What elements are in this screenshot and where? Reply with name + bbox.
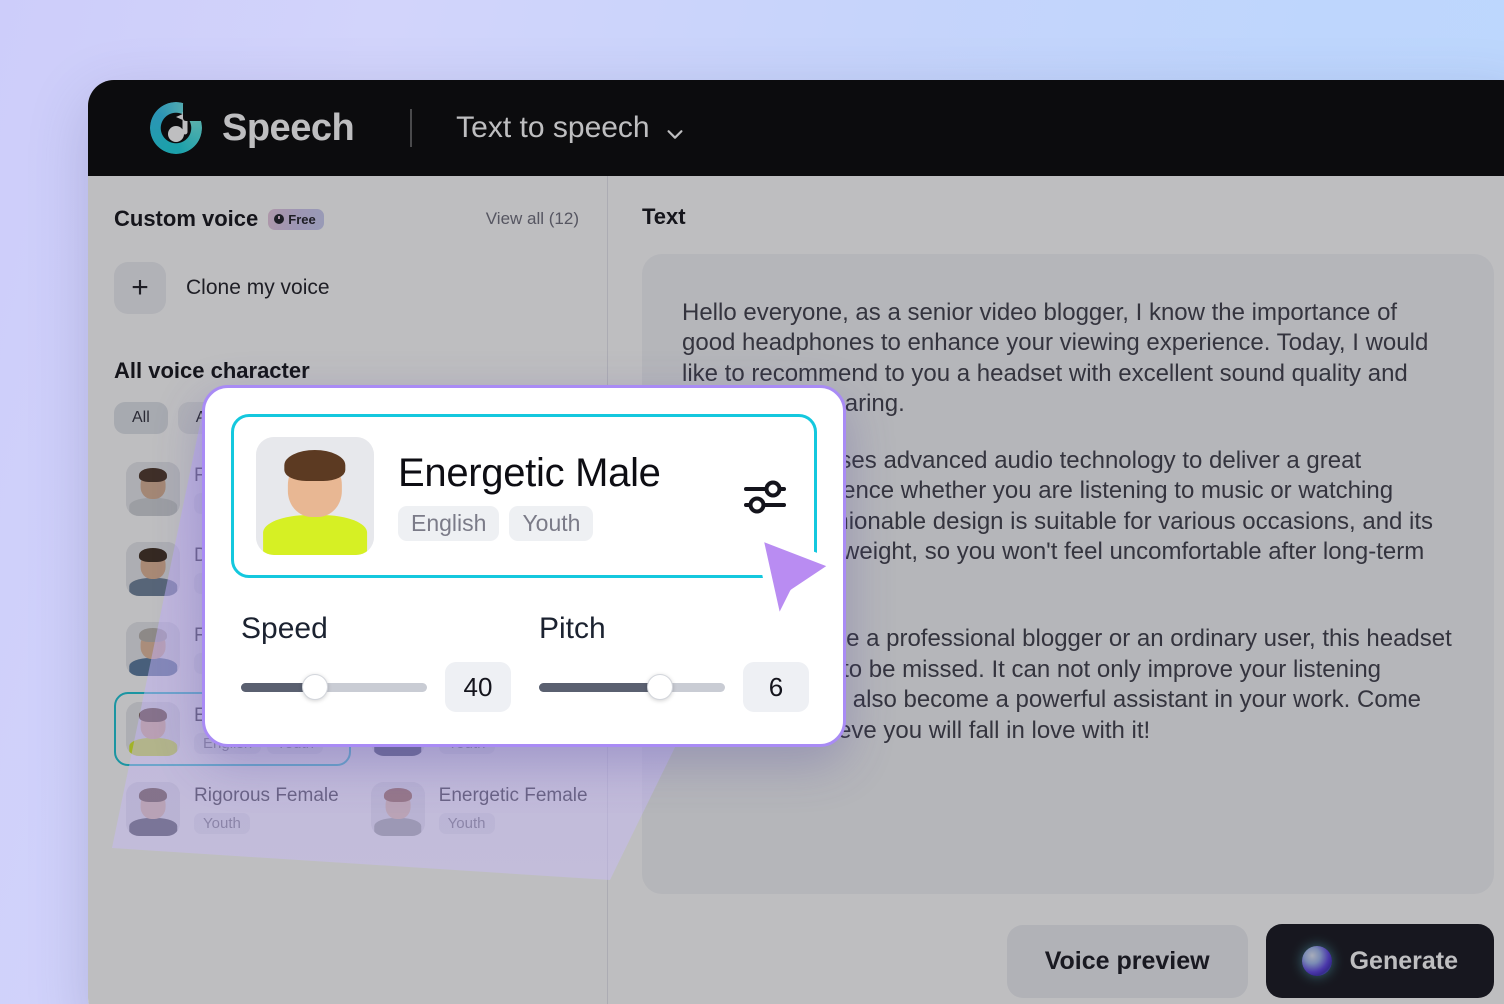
brand: Speech bbox=[150, 101, 355, 154]
clone-my-voice-label: Clone my voice bbox=[186, 276, 330, 299]
text-panel-label: Text bbox=[642, 204, 686, 229]
custom-voice-header: Custom voice Free View all (12) bbox=[114, 206, 607, 232]
custom-voice-title: Custom voice bbox=[114, 206, 259, 231]
plus-icon: + bbox=[114, 262, 166, 314]
control-pitch: Pitch 6 bbox=[539, 612, 809, 712]
voice-filter-all[interactable]: All bbox=[114, 402, 168, 434]
clone-my-voice-button[interactable]: + Clone my voice bbox=[114, 262, 607, 314]
popup-voice-card[interactable]: Energetic Male English Youth bbox=[231, 414, 817, 578]
music-note-circle-icon bbox=[150, 101, 203, 154]
brand-name: Speech bbox=[222, 106, 355, 149]
popup-controls: Speed 40 Pitch 6 bbox=[231, 612, 817, 712]
clock-icon bbox=[274, 214, 285, 224]
gradient-orb-icon bbox=[1301, 946, 1332, 976]
avatar bbox=[126, 462, 180, 516]
header-divider bbox=[410, 109, 413, 147]
popup-voice-tag: Youth bbox=[509, 506, 594, 541]
popup-voice-tag: English bbox=[398, 506, 500, 541]
page-root: Speech Text to speech Custom voice Free … bbox=[0, 0, 1504, 1004]
avatar bbox=[126, 622, 180, 676]
all-voice-character-title: All voice character bbox=[114, 358, 310, 383]
mode-label: Text to speech bbox=[456, 111, 650, 144]
avatar bbox=[370, 782, 425, 836]
avatar bbox=[126, 782, 180, 836]
voice-tag: Youth bbox=[438, 812, 495, 834]
voice-settings-popup: Energetic Male English Youth Speed 40 Pitch… bbox=[202, 385, 846, 747]
voice-name: Rigorous Female bbox=[194, 784, 339, 806]
chevron-down-icon bbox=[664, 119, 686, 141]
voice-list-item[interactable]: Rigorous Female Youth bbox=[114, 772, 351, 846]
main-actions: Voice preview Generate bbox=[642, 894, 1494, 998]
slider-knob[interactable] bbox=[646, 674, 673, 700]
sliders-icon[interactable] bbox=[742, 473, 788, 519]
free-badge: Free bbox=[268, 208, 324, 230]
popup-voice-name: Energetic Male bbox=[398, 451, 661, 495]
voice-list-item[interactable]: Energetic Female Youth bbox=[359, 772, 600, 846]
avatar bbox=[126, 542, 180, 596]
popup-voice-tags: English Youth bbox=[398, 506, 718, 541]
mode-selector[interactable]: Text to speech bbox=[456, 111, 685, 145]
voice-name: Energetic Female bbox=[438, 784, 588, 806]
control-speed: Speed 40 bbox=[241, 612, 511, 712]
generate-button[interactable]: Generate bbox=[1265, 924, 1494, 998]
speed-slider[interactable] bbox=[241, 674, 427, 700]
slider-fill bbox=[539, 682, 660, 692]
control-label: Speed bbox=[241, 612, 328, 645]
speed-value[interactable]: 40 bbox=[445, 662, 511, 712]
voice-tags: Youth bbox=[194, 812, 339, 834]
pitch-value[interactable]: 6 bbox=[743, 662, 809, 712]
voice-tags: Youth bbox=[438, 812, 588, 834]
view-all-link[interactable]: View all (12) bbox=[486, 209, 579, 229]
avatar bbox=[126, 702, 180, 756]
generate-label: Generate bbox=[1349, 946, 1458, 975]
app-header: Speech Text to speech bbox=[88, 80, 1504, 176]
voice-tag: Youth bbox=[194, 812, 250, 834]
voice-preview-button[interactable]: Voice preview bbox=[1006, 924, 1248, 998]
free-badge-label: Free bbox=[288, 211, 316, 227]
control-label: Pitch bbox=[539, 612, 606, 645]
pitch-slider[interactable] bbox=[539, 674, 725, 700]
avatar bbox=[256, 437, 374, 555]
slider-knob[interactable] bbox=[302, 674, 329, 700]
